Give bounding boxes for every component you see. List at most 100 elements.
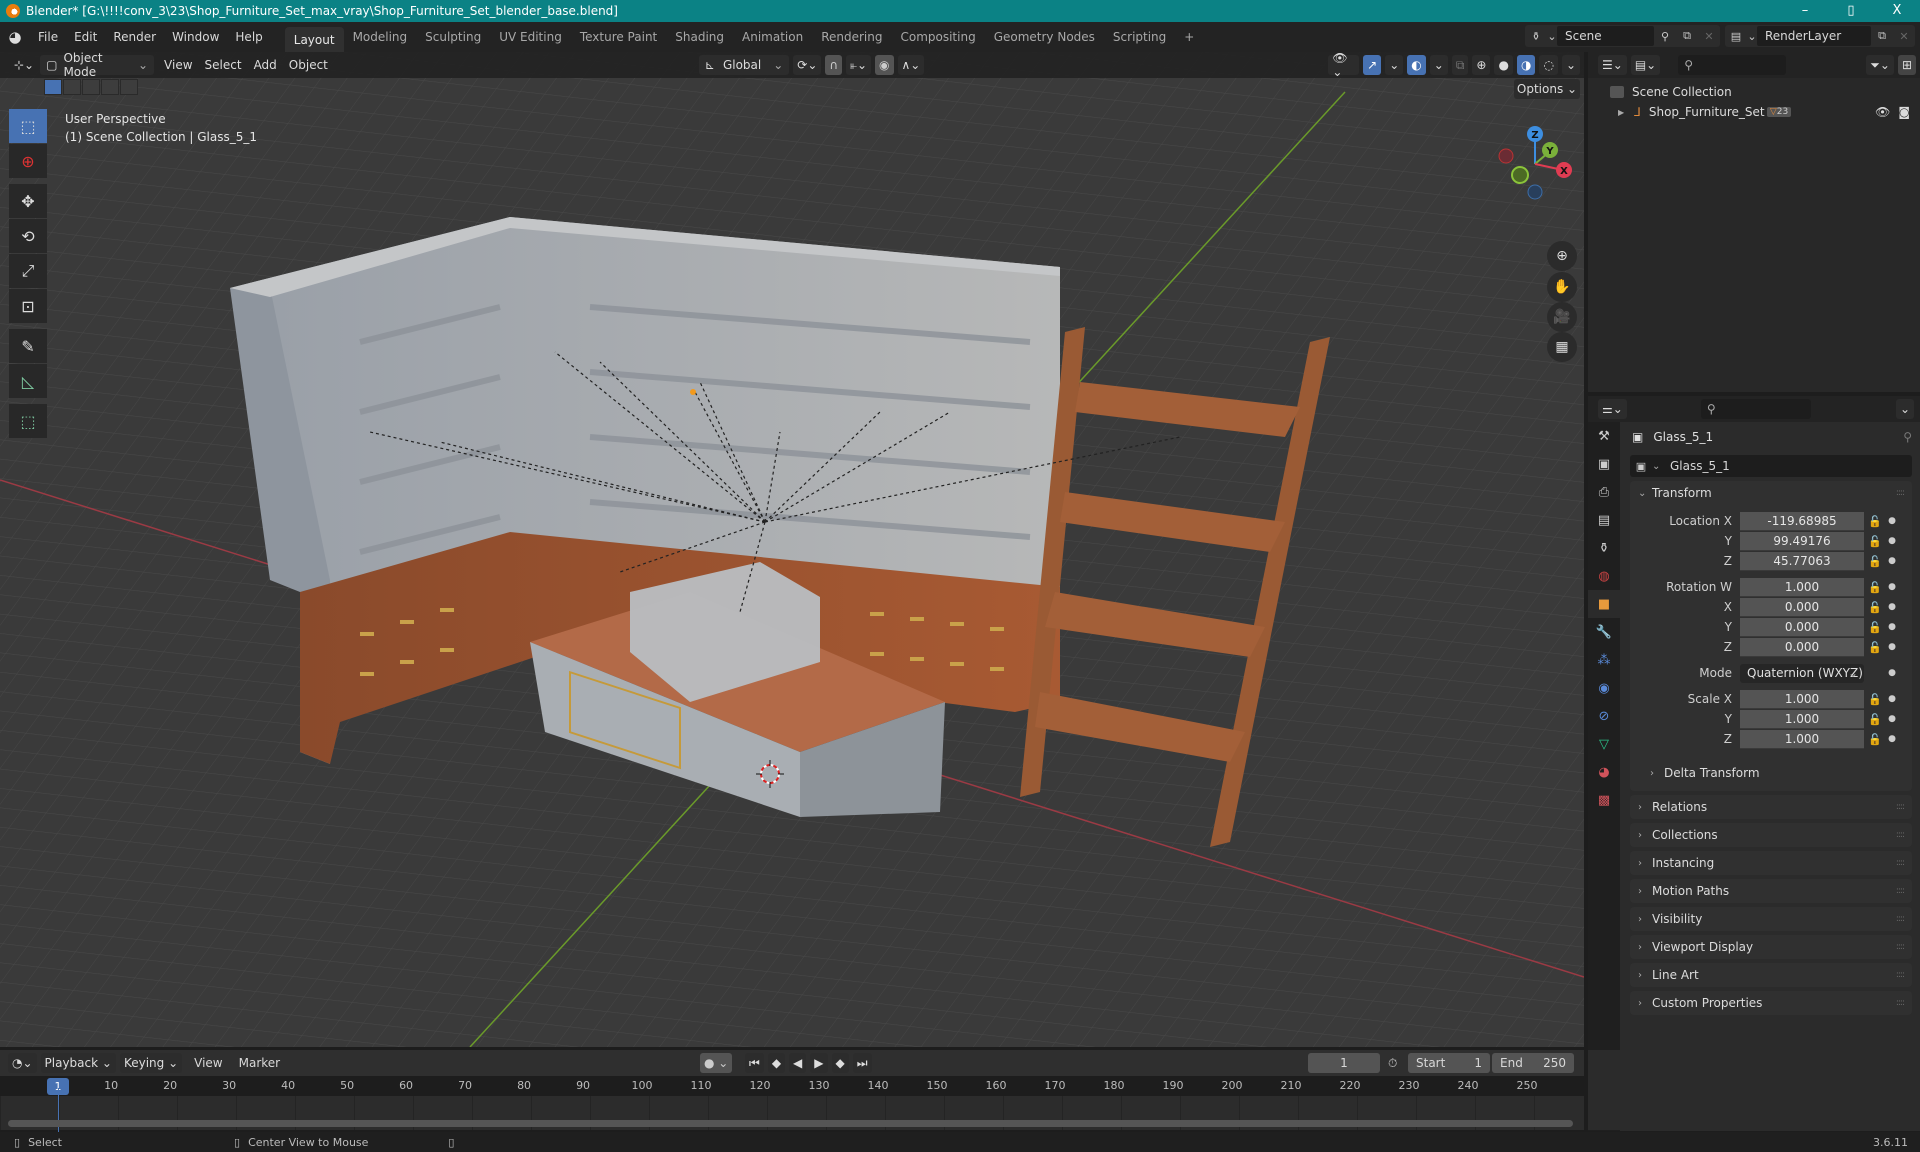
tab-object[interactable]: ■ — [1588, 590, 1620, 618]
keyframe-dot-icon[interactable]: ● — [1886, 734, 1898, 744]
prev-keyframe-button[interactable]: ◆ — [767, 1053, 786, 1073]
menu-select[interactable]: Select — [199, 55, 248, 75]
tab-compositing[interactable]: Compositing — [891, 26, 984, 48]
menu-object[interactable]: Object — [283, 55, 334, 75]
close-button[interactable]: X — [1874, 0, 1920, 22]
eye-icon[interactable]: 👁 — [1875, 105, 1890, 119]
drag-handle-icon[interactable]: :::: — [1896, 802, 1905, 812]
new-collection-button[interactable]: ⊞ — [1897, 55, 1916, 75]
tab-shading[interactable]: Shading — [666, 26, 733, 48]
gizmo-toggle[interactable]: ↗ — [1363, 55, 1382, 75]
render-layer-selector[interactable]: ▤ ⌄ RenderLayer ⧉ ✕ — [1725, 25, 1915, 47]
lock-icon[interactable]: 🔓 — [1864, 555, 1886, 568]
select-box-tool[interactable]: ⬚ — [9, 109, 47, 143]
keyframe-dot-icon[interactable]: ● — [1886, 556, 1898, 566]
keyframe-dot-icon[interactable]: ● — [1886, 602, 1898, 612]
menu-add[interactable]: Add — [248, 55, 283, 75]
drag-handle-icon[interactable]: :::: — [1896, 488, 1905, 498]
options-dropdown[interactable]: ⌄ — [1895, 399, 1914, 419]
visibility-panel[interactable]: › Visibility:::: — [1630, 907, 1912, 931]
editor-type-button[interactable]: ⊹⌄ — [8, 55, 40, 75]
view-menu[interactable]: View — [186, 1056, 230, 1070]
select-invert-icon[interactable] — [101, 79, 119, 95]
lock-icon[interactable]: 🔓 — [1864, 713, 1886, 726]
keyframe-dot-icon[interactable]: ● — [1886, 582, 1898, 592]
location-z-field[interactable]: 45.77063 — [1740, 551, 1864, 571]
rotation-w-field[interactable]: 1.000 — [1740, 577, 1864, 597]
tab-scene[interactable]: ⚱ — [1588, 534, 1620, 562]
3d-viewport[interactable]: ⊹⌄ ▢ Object Mode ⌄ View Select Add Object … — [0, 52, 1584, 1047]
scene-collection-row[interactable]: Scene Collection — [1588, 82, 1920, 102]
timeline-scrollbar[interactable] — [8, 1120, 1573, 1127]
rotation-x-field[interactable]: 0.000 — [1740, 597, 1864, 617]
rotation-mode-select[interactable]: Quaternion (WXYZ) ⌄ — [1740, 663, 1864, 683]
snap-target-button[interactable]: ⫦⌄ — [846, 55, 872, 75]
delta-transform-subpanel[interactable]: › Delta Transform — [1630, 761, 1912, 785]
current-frame-field[interactable]: 1 — [1308, 1053, 1380, 1073]
tab-scripting[interactable]: Scripting — [1104, 26, 1175, 48]
visibility-button[interactable]: 👁⌄ — [1328, 52, 1360, 79]
camera-render-icon[interactable]: ◙ — [1898, 105, 1910, 119]
keyframe-dot-icon[interactable]: ● — [1886, 622, 1898, 632]
tab-geometry-nodes[interactable]: Geometry Nodes — [985, 26, 1104, 48]
tab-view-layer[interactable]: ▤ — [1588, 506, 1620, 534]
rotation-z-field[interactable]: 0.000 — [1740, 637, 1864, 657]
tab-texture[interactable]: ▩ — [1588, 786, 1620, 814]
marker-menu[interactable]: Marker — [231, 1056, 288, 1070]
viewport-display-panel[interactable]: › Viewport Display:::: — [1630, 935, 1912, 959]
delete-render-layer-icon[interactable]: ✕ — [1893, 26, 1915, 46]
keyframe-dot-icon[interactable]: ● — [1886, 516, 1898, 526]
drag-handle-icon[interactable]: :::: — [1896, 942, 1905, 952]
display-mode-button[interactable]: ☰⌄ — [1598, 55, 1627, 75]
playback-menu[interactable]: Playback ⌄ — [40, 1053, 116, 1073]
scene-name-field[interactable]: Scene — [1557, 26, 1654, 46]
add-cube-tool[interactable]: ⬚ — [9, 404, 47, 438]
tab-texture-paint[interactable]: Texture Paint — [571, 26, 666, 48]
mode-selector[interactable]: ▢ Object Mode ⌄ — [40, 52, 155, 79]
play-reverse-button[interactable]: ◀ — [789, 1053, 807, 1073]
minimize-button[interactable]: – — [1782, 0, 1828, 22]
end-frame-field[interactable]: End 250 — [1492, 1053, 1574, 1073]
keyframe-dot-icon[interactable]: ● — [1886, 694, 1898, 704]
scale-y-field[interactable]: 1.000 — [1740, 709, 1864, 729]
menu-edit[interactable]: Edit — [66, 30, 105, 44]
children-badge[interactable]: ▽23 — [1766, 107, 1792, 117]
proportional-edit-toggle[interactable]: ◉ — [875, 55, 894, 75]
transform-tool[interactable]: ⊡ — [9, 289, 47, 323]
keying-menu[interactable]: Keying ⌄ — [119, 1053, 183, 1073]
orientation-selector[interactable]: ⊾ Global ⌄ — [698, 55, 790, 75]
shading-material[interactable]: ◑ — [1516, 55, 1536, 75]
filter-view-button[interactable]: ▤⌄ — [1630, 55, 1661, 75]
drag-handle-icon[interactable]: :::: — [1896, 970, 1905, 980]
shading-wireframe[interactable]: ⊕ — [1472, 55, 1491, 75]
line-art-panel[interactable]: › Line Art:::: — [1630, 963, 1912, 987]
tab-world[interactable]: ◍ — [1588, 562, 1620, 590]
tab-data[interactable]: ▽ — [1588, 730, 1620, 758]
maximize-button[interactable]: ▯ — [1828, 0, 1874, 22]
overlay-toggle[interactable]: ◐ — [1407, 55, 1426, 75]
add-workspace-button[interactable]: + — [1175, 26, 1203, 48]
pan-view-button[interactable]: ✋ — [1547, 272, 1577, 302]
render-layer-field[interactable]: RenderLayer — [1757, 26, 1871, 46]
object-datablock-field[interactable]: ▣ ⌄ Glass_5_1 — [1630, 455, 1912, 477]
scale-tool[interactable]: ⤢ — [9, 254, 47, 288]
tab-output[interactable]: ⎙ — [1588, 478, 1620, 506]
scale-z-field[interactable]: 1.000 — [1740, 729, 1864, 749]
tab-constraints[interactable]: ⊘ — [1588, 702, 1620, 730]
motion-paths-panel[interactable]: › Motion Paths:::: — [1630, 879, 1912, 903]
blender-menu-icon[interactable]: ◕ — [0, 28, 30, 46]
tab-tool[interactable]: ⚒ — [1588, 422, 1620, 450]
rotate-tool[interactable]: ⟲ — [9, 219, 47, 253]
menu-file[interactable]: File — [30, 30, 66, 44]
next-keyframe-button[interactable]: ◆ — [831, 1053, 849, 1073]
tab-modifiers[interactable]: 🔧 — [1588, 618, 1620, 646]
relations-panel[interactable]: › Relations:::: — [1630, 795, 1912, 819]
measure-tool[interactable]: ◺ — [9, 364, 47, 398]
lock-icon[interactable]: 🔓 — [1864, 641, 1886, 654]
cursor-tool[interactable]: ⊕ — [9, 144, 47, 178]
menu-help[interactable]: Help — [227, 30, 270, 44]
timeline-ruler[interactable]: 1 10 20 30 40 50 60 70 80 90 100 110 120 130 140 150 16… — [0, 1076, 1584, 1096]
keyframe-dot-icon[interactable]: ● — [1886, 642, 1898, 652]
scale-x-field[interactable]: 1.000 — [1740, 689, 1864, 709]
keyframe-dot-icon[interactable]: ● — [1886, 714, 1898, 724]
